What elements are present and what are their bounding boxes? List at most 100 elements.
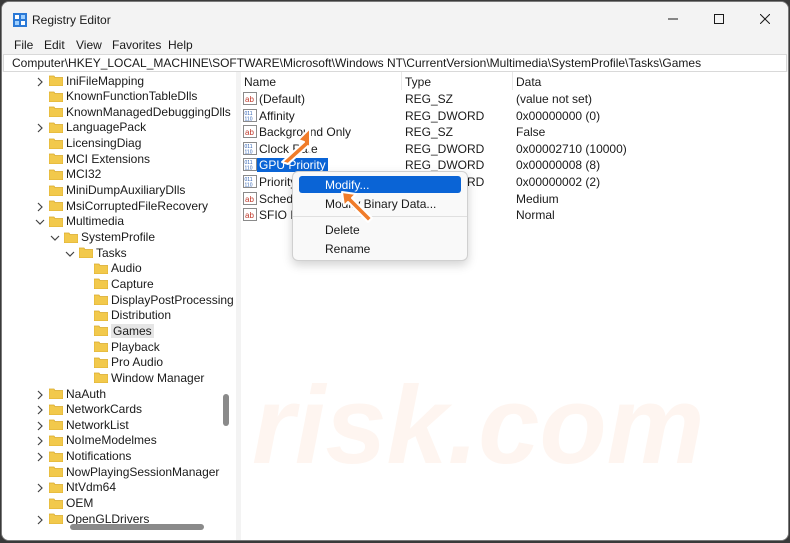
chevron-right-icon[interactable]	[35, 420, 45, 431]
column-divider[interactable]	[512, 72, 513, 90]
tree-item-label: DisplayPostProcessing	[111, 292, 234, 307]
folder-icon	[94, 357, 108, 368]
tree-item-label: MCI Extensions	[66, 151, 151, 166]
address-bar[interactable]: Computer\HKEY_LOCAL_MACHINE\SOFTWARE\Mic…	[3, 54, 787, 72]
column-header-name[interactable]: Name	[244, 75, 276, 89]
tree-item[interactable]: Notifications	[35, 449, 131, 464]
tree-horizontal-scrollbar[interactable]	[70, 524, 204, 530]
tree-vertical-scrollbar[interactable]	[223, 394, 229, 426]
value-row[interactable]: ab Background Only REG_SZ False	[241, 124, 788, 140]
chevron-down-icon[interactable]	[50, 232, 60, 242]
tree-item[interactable]: Window Manager	[80, 370, 204, 385]
tree-item[interactable]: KnownManagedDebuggingDlls	[35, 104, 231, 119]
folder-icon	[49, 513, 63, 525]
tree-item-label: NaAuth	[66, 386, 107, 401]
chevron-right-icon[interactable]	[35, 389, 45, 399]
svg-text:110: 110	[245, 166, 253, 172]
chevron-down-icon[interactable]	[65, 248, 75, 258]
maximize-button[interactable]	[696, 2, 742, 36]
tree-item[interactable]: LicensingDiag	[35, 136, 141, 151]
tree-item-label: NtVdm64	[66, 480, 117, 495]
tree-item[interactable]: KnownFunctionTableDlls	[35, 89, 197, 104]
tree-item[interactable]: MiniDumpAuxiliaryDlls	[35, 183, 185, 198]
folder-icon	[94, 325, 108, 337]
tree-item[interactable]: Audio	[80, 261, 142, 276]
minimize-button[interactable]	[650, 2, 696, 36]
svg-text:110: 110	[245, 149, 253, 155]
chevron-right-icon[interactable]	[35, 482, 45, 493]
tree-item[interactable]: Multimedia	[35, 214, 124, 229]
tree-item[interactable]: NoImeModelmes	[35, 433, 157, 448]
value-data: Normal	[516, 208, 555, 223]
tree-item[interactable]: OEM	[35, 496, 93, 511]
tree-item[interactable]: Playback	[80, 339, 160, 354]
tree-item[interactable]: NtVdm64	[35, 480, 116, 495]
maximize-icon	[714, 14, 724, 24]
tree-item[interactable]: NetworkList	[35, 417, 129, 432]
chevron-right-icon[interactable]	[35, 451, 45, 462]
column-divider[interactable]	[401, 72, 402, 90]
column-header-type[interactable]: Type	[405, 75, 431, 89]
tree-item-label: KnownManagedDebuggingDlls	[66, 104, 231, 119]
chevron-right-icon[interactable]	[35, 404, 45, 415]
context-menu-rename[interactable]: Rename	[299, 240, 461, 257]
chevron-right-icon[interactable]	[35, 76, 45, 86]
menu-favorites[interactable]: Favorites	[112, 38, 161, 52]
folder-icon	[79, 247, 93, 259]
chevron-right-icon[interactable]	[35, 514, 45, 525]
window-title: Registry Editor	[32, 13, 111, 27]
tree-item[interactable]: Distribution	[80, 308, 171, 323]
close-button[interactable]	[742, 2, 788, 36]
column-header-data[interactable]: Data	[516, 75, 541, 89]
folder-icon	[49, 216, 63, 227]
string-value-icon: ab	[243, 208, 257, 222]
tree-item-label: MsiCorruptedFileRecovery	[66, 198, 209, 213]
menu-help[interactable]: Help	[168, 38, 193, 52]
value-row[interactable]: 011 110 Affinity REG_DWORD 0x00000000 (0)	[241, 108, 788, 124]
value-type: REG_DWORD	[405, 108, 485, 123]
folder-icon	[49, 106, 63, 118]
chevron-down-icon[interactable]	[35, 216, 45, 226]
tree-item[interactable]: IniFileMapping	[35, 73, 144, 88]
tree-item[interactable]: MsiCorruptedFileRecovery	[35, 198, 208, 213]
chevron-right-icon[interactable]	[35, 201, 45, 212]
menu-file[interactable]: File	[14, 38, 33, 52]
registry-app-icon	[13, 13, 27, 27]
folder-icon	[49, 482, 63, 493]
tree-item[interactable]: SystemProfile	[50, 230, 155, 245]
folder-icon	[49, 419, 63, 431]
chevron-right-icon[interactable]	[35, 435, 45, 446]
minimize-icon	[668, 18, 678, 20]
tree-item[interactable]: NowPlayingSessionManager	[35, 464, 219, 479]
chevron-right-icon[interactable]	[35, 122, 45, 133]
tree-item-label: Capture	[111, 276, 154, 291]
tree-item-label: Window Manager	[111, 370, 205, 385]
svg-text:ab: ab	[245, 95, 254, 104]
menu-view[interactable]: View	[76, 38, 102, 52]
title-bar: Registry Editor	[2, 2, 788, 36]
value-row[interactable]: ab (Default) REG_SZ (value not set)	[241, 91, 788, 107]
value-name: (Default)	[259, 92, 306, 106]
tree-item[interactable]: DisplayPostProcessing	[80, 292, 234, 307]
tree-item[interactable]: NetworkCards	[35, 402, 142, 417]
value-data: False	[516, 125, 546, 140]
folder-icon	[49, 185, 63, 196]
value-row[interactable]: 011 110 Clock Rate REG_DWORD 0x00002710 (100…	[241, 141, 788, 157]
tree-item[interactable]: Tasks	[65, 245, 127, 260]
tree-item[interactable]: Pro Audio	[80, 355, 163, 370]
menu-edit[interactable]: Edit	[44, 38, 65, 52]
tree-item[interactable]: Capture	[80, 276, 154, 291]
tree-item[interactable]: NaAuth	[35, 386, 106, 401]
tree-item[interactable]: Games	[80, 323, 154, 338]
tree-item[interactable]: MCI Extensions	[35, 151, 150, 166]
string-value-icon: ab	[243, 125, 257, 139]
tree-item[interactable]: MCI32	[35, 167, 101, 182]
tree-item[interactable]: LanguagePack	[35, 120, 146, 135]
folder-icon	[94, 263, 108, 274]
